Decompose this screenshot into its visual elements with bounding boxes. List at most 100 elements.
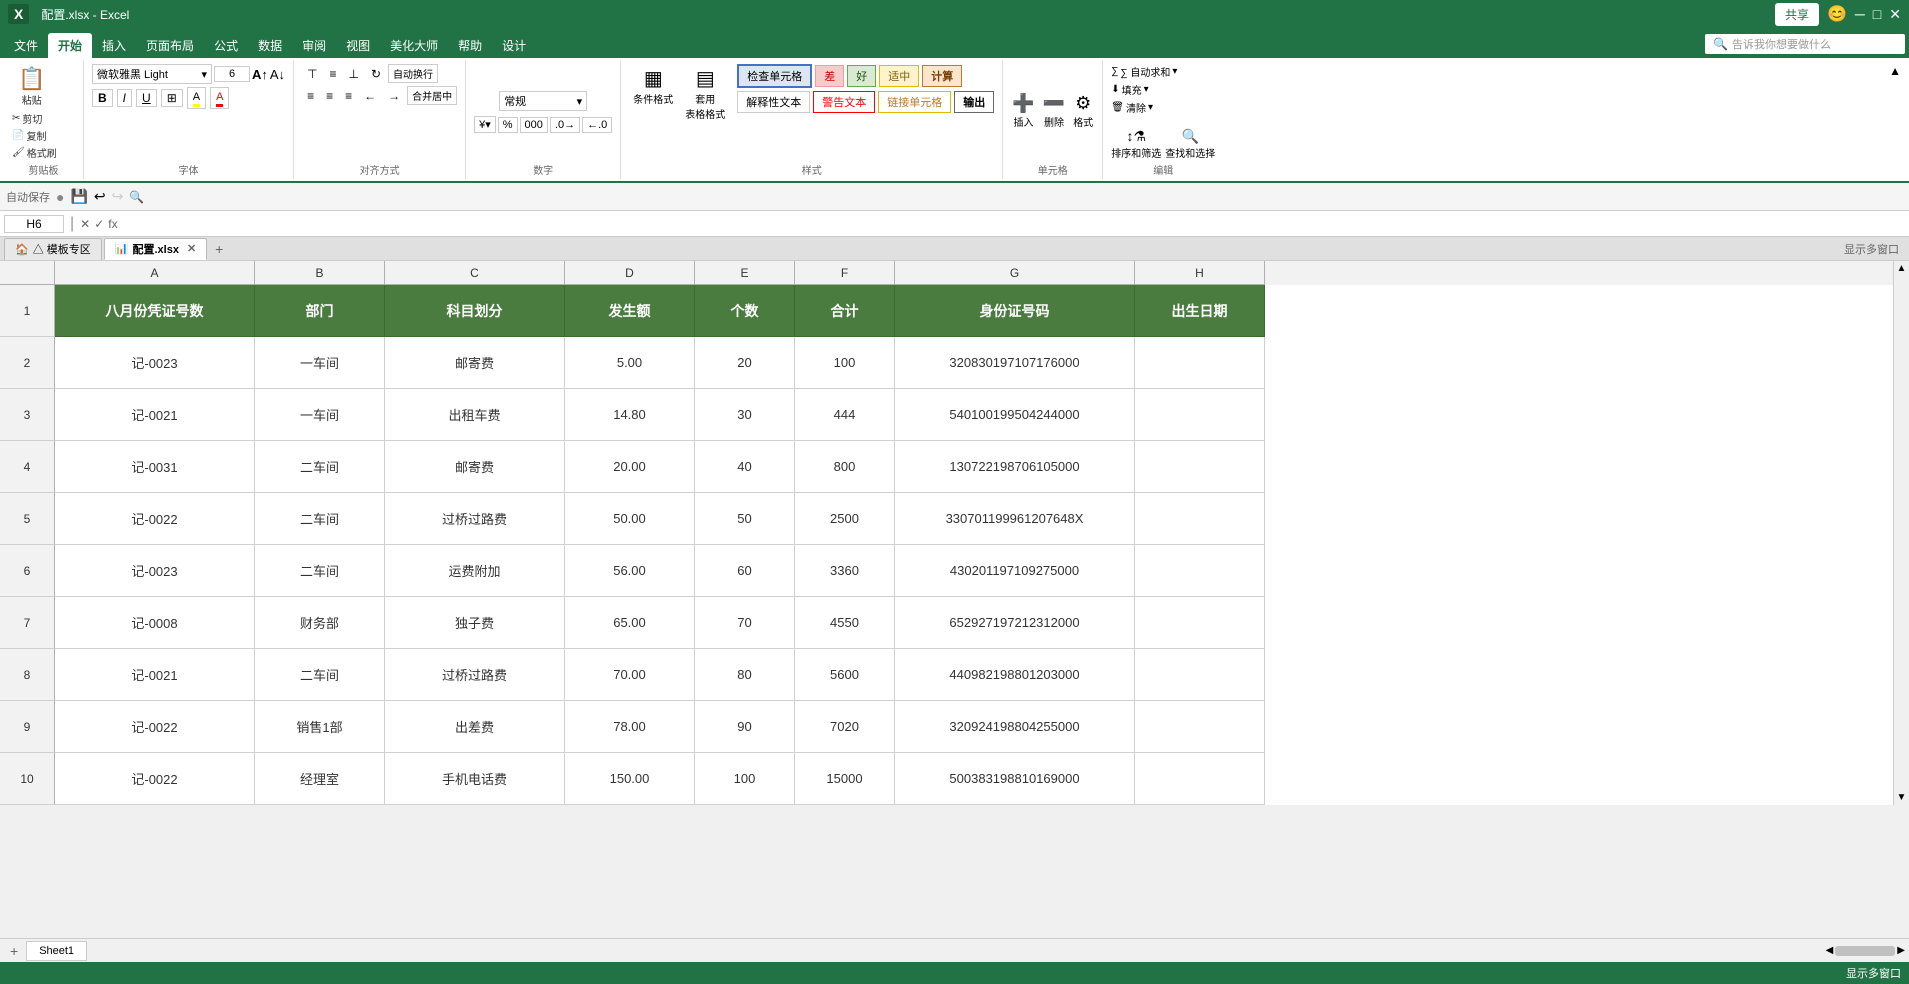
cell[interactable]: 八月份凭证号数 [55, 285, 255, 337]
warn-text-style[interactable]: 警告文本 [813, 91, 875, 113]
auto-sum-button[interactable]: ∑∑ 自动求和▾ [1111, 64, 1215, 79]
formula-input[interactable] [122, 216, 1905, 232]
explain-text-style[interactable]: 解释性文本 [737, 91, 810, 113]
tab-help[interactable]: 帮助 [448, 33, 492, 58]
col-header-d[interactable]: D [565, 261, 695, 285]
percent-button[interactable]: % [498, 117, 518, 133]
cell[interactable]: 500383198810169000 [895, 753, 1135, 805]
confirm-formula-icon[interactable]: ✓ [94, 217, 104, 231]
indent-decrease-button[interactable]: ← [359, 87, 381, 105]
file-tab-config[interactable]: 📊 配置.xlsx ✕ [104, 238, 207, 260]
cell[interactable]: 5600 [795, 649, 895, 701]
cell[interactable]: 独子费 [385, 597, 565, 649]
cell[interactable]: 90 [695, 701, 795, 753]
maximize-icon[interactable]: □ [1873, 6, 1881, 22]
cell[interactable]: 70 [695, 597, 795, 649]
cell[interactable]: 540100199504244000 [895, 389, 1135, 441]
cell[interactable]: 记-0023 [55, 337, 255, 389]
col-header-f[interactable]: F [795, 261, 895, 285]
increase-font-icon[interactable]: A↑ [252, 67, 268, 82]
bold-button[interactable]: B [92, 89, 113, 107]
cell[interactable]: 运费附加 [385, 545, 565, 597]
cell[interactable]: 3360 [795, 545, 895, 597]
rotate-button[interactable]: ↻ [366, 65, 386, 83]
col-header-c[interactable]: C [385, 261, 565, 285]
cell[interactable]: 14.80 [565, 389, 695, 441]
cell[interactable]: 30 [695, 389, 795, 441]
align-center-button[interactable]: ≡ [321, 87, 338, 105]
cell[interactable] [1135, 337, 1265, 389]
cell[interactable]: 记-0022 [55, 701, 255, 753]
tab-review[interactable]: 审阅 [292, 33, 336, 58]
insert-button[interactable]: ➕ 插入 [1012, 93, 1034, 129]
number-format-selector[interactable]: 常规▾ [499, 91, 587, 111]
col-header-a[interactable]: A [55, 261, 255, 285]
cell-reference-box[interactable]: H6 [4, 215, 64, 233]
tab-data[interactable]: 数据 [248, 33, 292, 58]
cell[interactable]: 5.00 [565, 337, 695, 389]
tab-page-layout[interactable]: 页面布局 [136, 33, 204, 58]
cell[interactable]: 7020 [795, 701, 895, 753]
comma-button[interactable]: 000 [520, 117, 548, 133]
cell[interactable]: 合计 [795, 285, 895, 337]
customize-quick-access-icon[interactable]: 🔍 [129, 190, 144, 204]
check-cell-style[interactable]: 检查单元格 [737, 64, 812, 88]
decrease-font-icon[interactable]: A↓ [270, 67, 285, 82]
cell[interactable]: 销售1部 [255, 701, 385, 753]
row-header[interactable]: 9 [0, 701, 55, 753]
delete-button[interactable]: ➖ 删除 [1043, 93, 1065, 129]
cell[interactable]: 过桥过路费 [385, 493, 565, 545]
underline-button[interactable]: U [136, 89, 157, 107]
hscroll-thumb[interactable] [1835, 946, 1895, 956]
cell[interactable]: 经理室 [255, 753, 385, 805]
cell[interactable]: 330701199961207648X [895, 493, 1135, 545]
good-style[interactable]: 好 [847, 65, 876, 87]
cell[interactable]: 出生日期 [1135, 285, 1265, 337]
paste-button[interactable]: 📋 粘贴 [12, 64, 51, 109]
cell[interactable]: 出租车费 [385, 389, 565, 441]
cell[interactable]: 一车间 [255, 337, 385, 389]
link-cell-style[interactable]: 链接单元格 [878, 91, 951, 113]
cell[interactable]: 记-0022 [55, 493, 255, 545]
scroll-down-button[interactable]: ▼ [1895, 790, 1909, 805]
row-header[interactable]: 2 [0, 337, 55, 389]
add-file-tab-button[interactable]: + [209, 239, 229, 259]
cell[interactable]: 记-0023 [55, 545, 255, 597]
align-right-button[interactable]: ≡ [340, 87, 357, 105]
cell[interactable]: 440982198801203000 [895, 649, 1135, 701]
insert-function-icon[interactable]: fx [108, 217, 117, 231]
fill-color-button[interactable]: A [187, 87, 206, 109]
cell[interactable]: 身份证号码 [895, 285, 1135, 337]
cell[interactable]: 一车间 [255, 389, 385, 441]
italic-button[interactable]: I [117, 89, 132, 107]
cell[interactable]: 652927197212312000 [895, 597, 1135, 649]
cell[interactable]: 320924198804255000 [895, 701, 1135, 753]
cell[interactable]: 100 [695, 753, 795, 805]
ribbon-collapse-button[interactable]: ▲ [1885, 60, 1905, 82]
cell[interactable] [1135, 389, 1265, 441]
tab-insert[interactable]: 插入 [92, 33, 136, 58]
autosave-toggle[interactable]: ● [56, 189, 64, 205]
cell[interactable]: 320830197107176000 [895, 337, 1135, 389]
cell[interactable]: 出差费 [385, 701, 565, 753]
cell[interactable]: 100 [795, 337, 895, 389]
col-header-g[interactable]: G [895, 261, 1135, 285]
format-button[interactable]: ⚙ 格式 [1073, 93, 1093, 129]
cell[interactable]: 记-0008 [55, 597, 255, 649]
wrap-text-button[interactable]: 自动换行 [388, 64, 438, 83]
multi-window-button[interactable]: 显示多窗口 [1838, 239, 1905, 259]
cell[interactable]: 科目划分 [385, 285, 565, 337]
cell[interactable] [1135, 441, 1265, 493]
redo-button[interactable]: ↪ [112, 188, 124, 205]
cell[interactable]: 800 [795, 441, 895, 493]
cell[interactable]: 444 [795, 389, 895, 441]
format-painter-button[interactable]: 🖌格式刷 [12, 145, 57, 160]
cell[interactable]: 50.00 [565, 493, 695, 545]
cell[interactable]: 50 [695, 493, 795, 545]
cell[interactable]: 20 [695, 337, 795, 389]
find-select-button[interactable]: 🔍 查找和选择 [1165, 128, 1215, 160]
close-tab-icon[interactable]: ✕ [187, 242, 196, 255]
share-button[interactable]: 共享 [1775, 3, 1819, 26]
tab-view[interactable]: 视图 [336, 33, 380, 58]
clear-button[interactable]: 🗑清除▾ [1111, 100, 1215, 115]
